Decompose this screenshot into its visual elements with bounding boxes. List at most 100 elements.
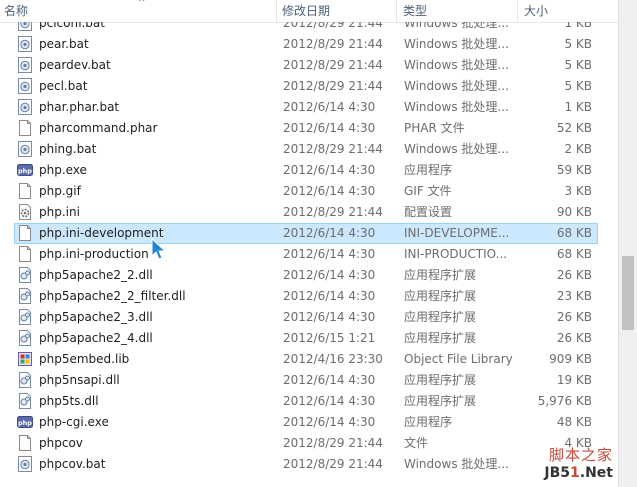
file-row[interactable]: php.ini 2012/8/29 21:44 配置设置 90 KB <box>0 202 618 223</box>
file-modified-date: 2012/8/29 21:44 <box>283 22 383 30</box>
file-size: 1 KB <box>564 100 592 114</box>
file-modified-date: 2012/6/14 4:30 <box>283 226 376 240</box>
file-size: 59 KB <box>556 163 592 177</box>
file-size: 23 KB <box>556 289 592 303</box>
file-type: GIF 文件 <box>404 184 452 198</box>
file-name: pecl.bat <box>39 79 88 93</box>
file-size: 3 KB <box>564 184 592 198</box>
php-exe-icon: php <box>17 162 33 178</box>
file-row[interactable]: php5ts.dll 2012/6/14 4:30 应用程序扩展 5,976 KB <box>0 391 618 412</box>
file-row[interactable]: phar.phar.bat 2012/6/14 4:30 Windows 批处理..… <box>0 97 618 118</box>
file-row[interactable]: pharcommand.phar 2012/6/14 4:30 PHAR 文件 52 … <box>0 118 618 139</box>
scrollbar-thumb[interactable] <box>622 256 634 330</box>
file-type: Windows 批处理... <box>404 457 509 471</box>
file-row[interactable]: php5apache2_3.dll 2012/6/14 4:30 应用程序扩展 26 … <box>0 307 618 328</box>
file-size: 52 KB <box>556 121 592 135</box>
file-modified-date: 2012/4/16 23:30 <box>283 352 383 366</box>
file-modified-date: 2012/6/14 4:30 <box>283 310 376 324</box>
file-modified-date: 2012/6/14 4:30 <box>283 121 376 135</box>
file-type: 应用程序 <box>404 415 453 429</box>
file-row[interactable]: php5apache2_2_filter.dll 2012/6/14 4:30 应用… <box>0 286 618 307</box>
file-type: INI-DEVELOPME... <box>404 226 510 240</box>
column-header-size[interactable]: 大小 <box>520 0 618 22</box>
file-size: 5 KB <box>564 37 592 51</box>
column-header-size-label: 大小 <box>524 4 549 18</box>
file-row[interactable]: php5nsapi.dll 2012/6/14 4:30 应用程序扩展 19 KB <box>0 370 618 391</box>
file-type: 文件 <box>404 436 429 450</box>
file-name: php5embed.lib <box>39 352 130 366</box>
watermark-title: 脚本之家 <box>548 446 613 464</box>
file-name: php5nsapi.dll <box>39 373 120 387</box>
file-type: Windows 批处理... <box>404 79 509 93</box>
php-exe-icon: php <box>17 414 33 430</box>
file-modified-date: 2012/6/14 4:30 <box>283 184 376 198</box>
column-header-bar: 名称 ^ 修改日期 类型 大小 <box>0 0 618 23</box>
file-type: Windows 批处理... <box>404 37 509 51</box>
file-list[interactable]: pciconf.bat 2012/8/29 21:44 Windows 批处理...… <box>0 22 618 487</box>
file-type: Windows 批处理... <box>404 22 509 30</box>
file-row[interactable]: phpcov.bat 2012/8/29 21:44 Windows 批处理... <box>0 454 618 475</box>
file-row[interactable]: pear.bat 2012/8/29 21:44 Windows 批处理... 5 K… <box>0 34 618 55</box>
dll-file-icon <box>17 372 33 388</box>
file-name: php5apache2_2.dll <box>39 268 153 282</box>
file-type: 应用程序扩展 <box>404 394 477 408</box>
file-name: pciconf.bat <box>39 22 105 30</box>
file-type: 应用程序扩展 <box>404 289 477 303</box>
file-type: 应用程序 <box>404 163 453 177</box>
file-row[interactable]: php php.exe 2012/6/14 4:30 应用程序 59 KB <box>0 160 618 181</box>
file-size: 48 KB <box>556 415 592 429</box>
settings-file-icon <box>17 204 33 220</box>
batch-file-icon <box>17 36 33 52</box>
file-type: Windows 批处理... <box>404 142 509 156</box>
batch-file-icon <box>17 22 33 31</box>
file-name: phing.bat <box>39 142 97 156</box>
file-modified-date: 2012/8/29 21:44 <box>283 205 383 219</box>
mouse-pointer-icon <box>151 237 167 260</box>
vertical-scrollbar[interactable] <box>618 0 637 487</box>
blank-file-icon <box>17 246 33 262</box>
file-row[interactable]: php.gif 2012/6/14 4:30 GIF 文件 3 KB <box>0 181 618 202</box>
column-header-date-label: 修改日期 <box>282 4 331 18</box>
dll-file-icon <box>17 393 33 409</box>
file-type: 应用程序扩展 <box>404 310 477 324</box>
file-row[interactable]: phing.bat 2012/8/29 21:44 Windows 批处理... 2 … <box>0 139 618 160</box>
file-name: phpcov <box>39 436 83 450</box>
file-modified-date: 2012/8/29 21:44 <box>283 436 383 450</box>
file-type: Object File Library <box>404 352 513 366</box>
file-name: phpcov.bat <box>39 457 106 471</box>
file-size: 5 KB <box>564 79 592 93</box>
batch-file-icon <box>17 99 33 115</box>
sort-ascending-icon: ^ <box>138 0 146 8</box>
file-row[interactable]: php5apache2_2.dll 2012/6/14 4:30 应用程序扩展 26 … <box>0 265 618 286</box>
file-size: 26 KB <box>556 310 592 324</box>
file-modified-date: 2012/6/14 4:30 <box>283 163 376 177</box>
file-row[interactable]: pciconf.bat 2012/8/29 21:44 Windows 批处理...… <box>0 22 618 34</box>
file-row[interactable]: php5embed.lib 2012/4/16 23:30 Object File … <box>0 349 618 370</box>
file-size: 26 KB <box>556 268 592 282</box>
file-name: php.gif <box>39 184 81 198</box>
file-row[interactable]: php.ini-development 2012/6/14 4:30 INI-DEV… <box>0 223 618 244</box>
column-header-type[interactable]: 类型 <box>399 0 517 22</box>
file-type: Windows 批处理... <box>404 58 509 72</box>
file-row[interactable]: peardev.bat 2012/8/29 21:44 Windows 批处理...… <box>0 55 618 76</box>
file-row[interactable]: php php-cgi.exe 2012/6/14 4:30 应用程序 48 KB <box>0 412 618 433</box>
file-modified-date: 2012/6/14 4:30 <box>283 247 376 261</box>
file-name: php-cgi.exe <box>39 415 109 429</box>
column-header-date[interactable]: 修改日期 <box>278 0 396 22</box>
file-size: 26 KB <box>556 331 592 345</box>
file-row[interactable]: php.ini-production 2012/6/14 4:30 INI-PROD… <box>0 244 618 265</box>
file-row[interactable]: pecl.bat 2012/8/29 21:44 Windows 批处理... 5 K… <box>0 76 618 97</box>
file-modified-date: 2012/6/14 4:30 <box>283 289 376 303</box>
file-type: 应用程序扩展 <box>404 331 477 345</box>
dll-file-icon <box>17 288 33 304</box>
file-row[interactable]: php5apache2_4.dll 2012/6/15 1:21 应用程序扩展 26 … <box>0 328 618 349</box>
column-header-name-label: 名称 <box>4 4 29 18</box>
svg-text:php: php <box>18 419 32 427</box>
file-type: 应用程序扩展 <box>404 373 477 387</box>
file-size: 2 KB <box>564 142 592 156</box>
file-name: pharcommand.phar <box>39 121 158 135</box>
file-size: 90 KB <box>556 205 592 219</box>
file-row[interactable]: phpcov 2012/8/29 21:44 文件 4 KB <box>0 433 618 454</box>
file-name: php5apache2_4.dll <box>39 331 153 345</box>
blank-file-icon <box>17 120 33 136</box>
